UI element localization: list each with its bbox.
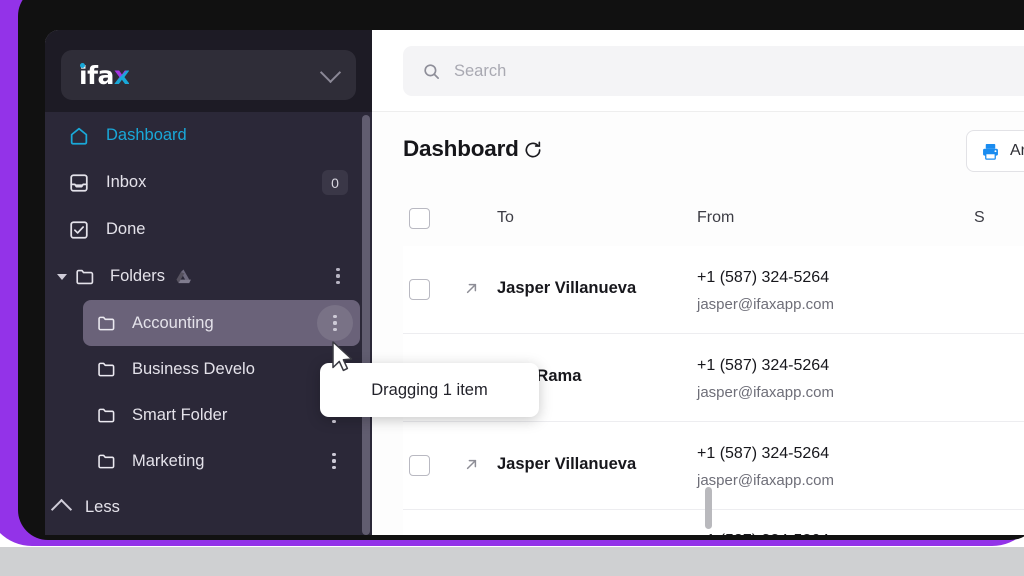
row-from-email: jasper@ifaxapp.com (697, 296, 834, 313)
google-drive-icon (176, 269, 191, 284)
sidebar-group-label: Folders (110, 267, 166, 285)
row-checkbox[interactable] (409, 279, 430, 300)
row-from-phone: +1 (587) 324-5264 (697, 445, 830, 462)
sidebar-group-folders[interactable]: Folders (45, 253, 372, 300)
folders-kebab-menu-icon[interactable] (328, 266, 348, 286)
ifax-logo: ifax (79, 60, 130, 90)
row-from-email: jasper@ifaxapp.com (697, 384, 834, 401)
logo-letters-fa: fa (87, 60, 114, 90)
top-bar: Search (372, 30, 1024, 112)
search-placeholder: Search (454, 61, 507, 80)
search-icon (424, 63, 439, 79)
sidebar: ifax Dashboard Inbox 0 Done Folders Acco… (45, 30, 372, 535)
chevron-down-icon[interactable] (319, 61, 342, 83)
screenshot-stage: ifax Dashboard Inbox 0 Done Folders Acco… (0, 0, 1024, 576)
kebab-menu-icon[interactable] (324, 451, 344, 471)
drag-tooltip-label: Dragging 1 item (371, 380, 488, 399)
sidebar-toggle-less[interactable]: Less (45, 484, 372, 531)
row-to-name: Jasper Villanueva (497, 279, 637, 297)
sidebar-folder-accounting[interactable]: Accounting (83, 300, 360, 346)
sidebar-less-label: Less (85, 498, 120, 516)
main-content: Search Dashboard An (372, 30, 1024, 535)
annotate-button[interactable]: An (966, 130, 1024, 172)
sidebar-header: ifax (45, 30, 372, 112)
caret-up-icon (50, 498, 73, 521)
sidebar-folder-smart-folder[interactable]: Smart Folder (83, 392, 360, 438)
row-from-phone: +1 (587) 324-5264 (697, 532, 829, 535)
logo-dot-icon (80, 62, 85, 68)
folder-icon (76, 269, 94, 284)
annotate-button-label: An (1010, 142, 1024, 159)
sidebar-folder-business-development[interactable]: Business Develo (83, 346, 360, 392)
kebab-menu-icon (326, 314, 344, 332)
inbox-icon (70, 173, 88, 192)
page-header: Dashboard An (372, 111, 1024, 187)
sidebar-folder-marketing[interactable]: Marketing (83, 438, 360, 484)
sidebar-nav: Dashboard Inbox 0 Done Folders Accountin… (45, 112, 372, 531)
sidebar-item-label: Dashboard (106, 126, 187, 144)
row-from-email: jasper@ifaxapp.com (697, 472, 834, 489)
page-title: Dashboard (403, 136, 519, 161)
row-checkbox[interactable] (409, 455, 430, 476)
check-square-icon (70, 220, 88, 239)
search-input[interactable]: Search (403, 46, 1024, 96)
sidebar-item-label: Inbox (106, 173, 147, 191)
logo-letter-x: x (113, 60, 130, 90)
arrow-up-right-icon (466, 459, 477, 470)
sidebar-scrollbar[interactable] (362, 115, 370, 535)
caret-down-icon[interactable] (57, 273, 67, 280)
sidebar-folder-label: Accounting (132, 313, 214, 332)
select-all-checkbox[interactable] (409, 208, 430, 229)
arrow-cursor-icon (332, 341, 353, 372)
home-icon (70, 127, 88, 145)
main-scrollbar-thumb[interactable] (705, 487, 712, 529)
column-header-to[interactable]: To (497, 209, 514, 227)
sidebar-folder-label: Business Develo (132, 359, 255, 378)
sidebar-folder-label: Marketing (132, 451, 205, 470)
desk-surface (0, 547, 1024, 576)
row-from-phone: +1 (587) 324-5264 (697, 269, 830, 286)
row-to-name: Jasper Villanueva (497, 455, 637, 473)
folder-icon (98, 316, 115, 330)
folder-kebab-menu-button[interactable] (317, 305, 353, 341)
inbox-count-badge: 0 (322, 170, 348, 195)
row-from-phone: +1 (587) 324-5264 (697, 357, 830, 374)
workspace-switcher[interactable]: ifax (61, 50, 356, 100)
folder-icon (98, 454, 115, 468)
column-header-status[interactable]: S (974, 209, 985, 227)
arrow-up-right-icon (466, 283, 477, 294)
sidebar-item-label: Done (106, 220, 146, 238)
refresh-icon[interactable] (523, 140, 543, 160)
sidebar-item-inbox[interactable]: Inbox 0 (45, 159, 372, 206)
sidebar-item-dashboard[interactable]: Dashboard (45, 112, 372, 159)
sidebar-folder-label: Smart Folder (132, 405, 228, 424)
folder-icon (98, 408, 115, 422)
folder-icon (98, 362, 115, 376)
sidebar-item-done[interactable]: Done (45, 206, 372, 253)
printer-icon (983, 143, 998, 160)
app-window: ifax Dashboard Inbox 0 Done Folders Acco… (45, 30, 1024, 535)
main-scrollbar-track[interactable] (702, 115, 714, 535)
